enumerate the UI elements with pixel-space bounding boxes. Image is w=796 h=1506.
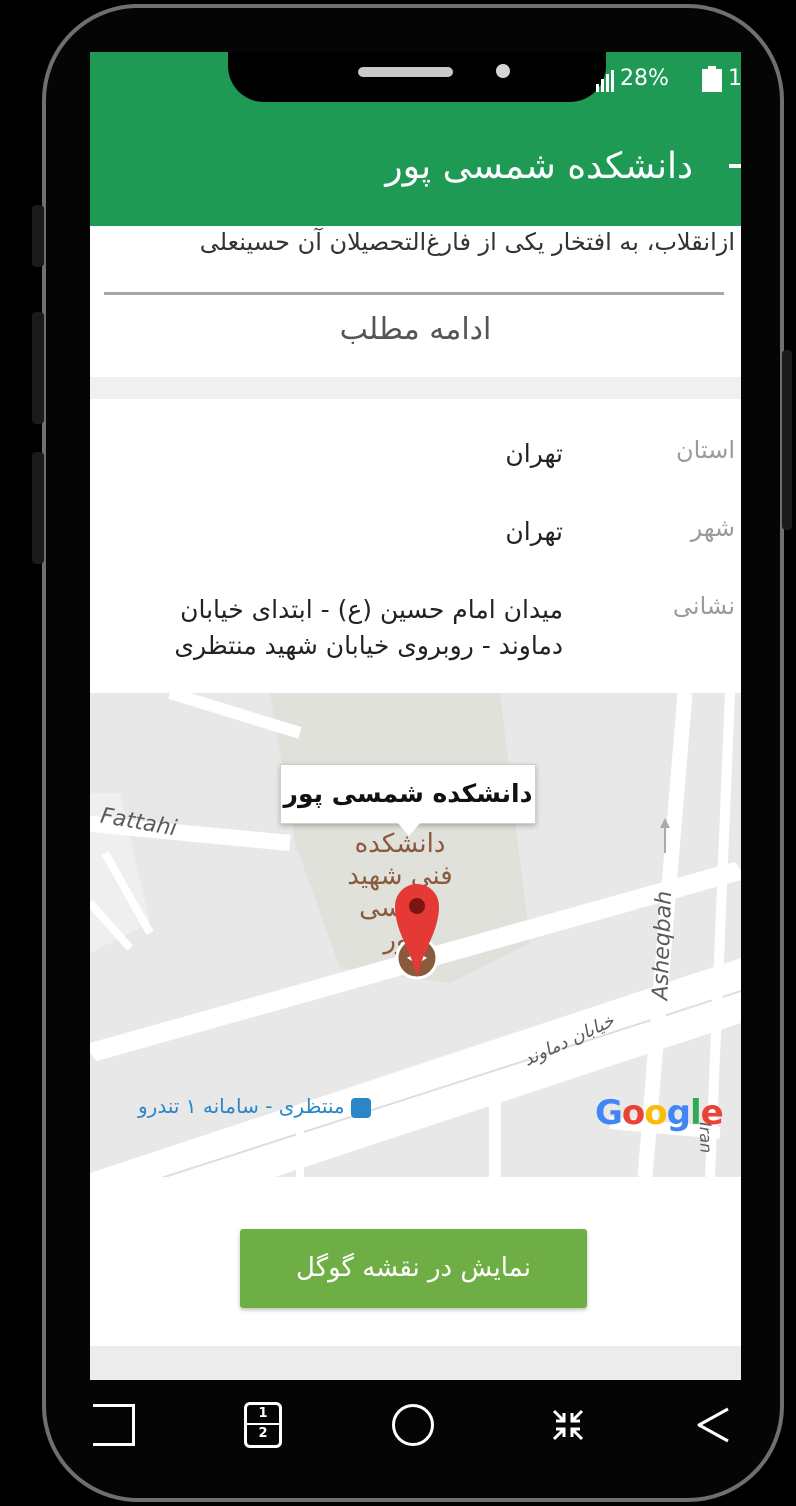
bus-icon bbox=[351, 1097, 372, 1118]
intro-text: ازانقلاب، به افتخار یکی از فارغ‌التحصیلا… bbox=[199, 228, 735, 256]
circle-icon bbox=[392, 1404, 434, 1446]
split-screen-icon: 1 2 bbox=[244, 1402, 282, 1448]
info-row-address: نشانی میدان امام حسین (ع) - ابتدای خیابا… bbox=[135, 592, 735, 672]
home-button[interactable] bbox=[383, 1380, 443, 1470]
info-value: تهران bbox=[505, 439, 563, 468]
info-value: میدان امام حسین (ع) - ابتدای خیابان دماو… bbox=[174, 595, 563, 660]
map-marker-icon[interactable] bbox=[387, 876, 447, 996]
split-top-number: 1 bbox=[247, 1405, 279, 1425]
info-row-city: شهر تهران bbox=[135, 514, 735, 554]
back-button[interactable] bbox=[688, 1380, 738, 1470]
split-bottom-number: 2 bbox=[258, 1426, 268, 1441]
notch bbox=[228, 52, 606, 102]
info-value: تهران bbox=[505, 517, 563, 546]
divider bbox=[104, 292, 724, 295]
info-label: نشانی bbox=[672, 592, 735, 620]
system-nav-bar: 1 2 bbox=[88, 1380, 748, 1470]
battery-percent: 28% bbox=[620, 66, 669, 91]
open-google-maps-button[interactable]: نمایش در نقشه گوگل bbox=[240, 1229, 587, 1308]
battery-icon bbox=[702, 66, 722, 92]
speaker-slot bbox=[358, 67, 453, 77]
phone-side-button bbox=[32, 452, 44, 564]
collapse-arrows-icon bbox=[552, 1409, 584, 1441]
status-clock-fragment: 1 bbox=[728, 66, 741, 91]
info-label: شهر bbox=[690, 514, 735, 542]
page-title: دانشکده شمسی پور bbox=[385, 146, 693, 187]
read-more-link[interactable]: ادامه مطلب bbox=[90, 312, 741, 347]
phone-side-button bbox=[32, 312, 44, 424]
back-arrow-icon[interactable] bbox=[729, 164, 741, 168]
front-camera bbox=[496, 64, 510, 78]
bus-station-label[interactable]: منتظری - سامانه ۱ تندرو bbox=[138, 1094, 372, 1118]
street-label-asheqbah: Asheqbah bbox=[648, 890, 678, 1001]
bottom-separator bbox=[90, 1346, 741, 1380]
square-icon bbox=[93, 1404, 135, 1446]
info-row-province: استان تهران bbox=[135, 436, 735, 476]
info-label: استان bbox=[676, 436, 735, 464]
phone-side-button bbox=[32, 205, 44, 267]
status-bar: 28% 1 bbox=[90, 52, 741, 104]
recent-apps-button[interactable] bbox=[88, 1380, 140, 1470]
phone-side-button bbox=[782, 350, 792, 530]
google-logo: Google bbox=[595, 1093, 724, 1133]
map-view[interactable]: Fattahi Asheqbah خیابان دماوند Iran دانش… bbox=[90, 693, 741, 1177]
map-callout: دانشکده شمسی پور bbox=[280, 764, 536, 836]
app-bar: دانشکده شمسی پور bbox=[90, 104, 741, 226]
collapse-button[interactable] bbox=[538, 1380, 598, 1470]
triangle-back-icon bbox=[697, 1407, 729, 1443]
split-screen-button[interactable]: 1 2 bbox=[233, 1380, 293, 1470]
signal-icon bbox=[596, 70, 616, 92]
app-screen: 28% 1 دانشکده شمسی پور ازانقلاب، به افتخ… bbox=[90, 52, 741, 1380]
bus-station-name: منتظری - سامانه ۱ تندرو bbox=[138, 1094, 345, 1118]
section-separator bbox=[90, 377, 741, 399]
